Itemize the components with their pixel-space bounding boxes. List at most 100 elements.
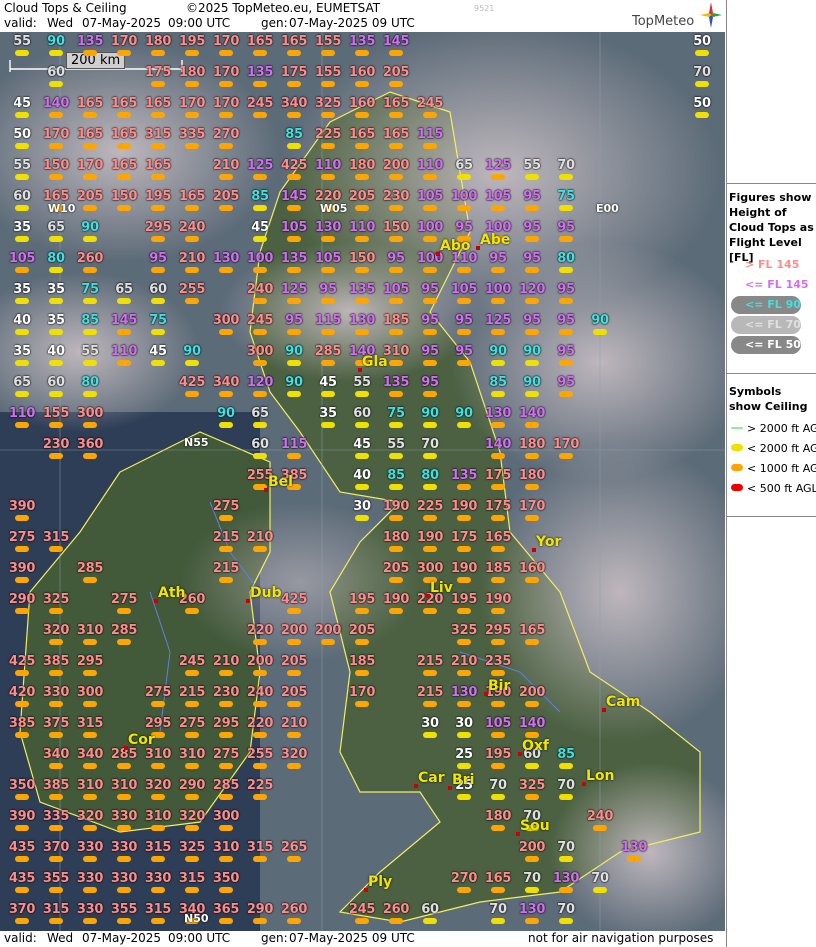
valid-day: Wed	[47, 16, 74, 30]
ceiling-symbol	[49, 763, 63, 769]
ceiling-symbol	[355, 701, 369, 707]
cloud-top-value: 210	[280, 716, 308, 731]
ceiling-symbol	[559, 918, 573, 924]
cloud-top-value: 135	[450, 468, 478, 483]
valid-time: 09:00 UTC	[168, 16, 231, 30]
ceiling-symbol	[253, 453, 267, 459]
cloud-top-value: 140	[42, 96, 70, 111]
cloud-top-value: 170	[212, 34, 240, 49]
ceiling-symbol	[287, 81, 301, 87]
cloud-top-value: 185	[348, 654, 376, 669]
cloud-top-value: 260	[382, 902, 410, 917]
cloud-top-value: 165	[280, 34, 308, 49]
city-label: Lon	[586, 768, 615, 784]
cloud-top-value: 205	[382, 65, 410, 80]
valid-date: 07-May-2025	[82, 16, 162, 30]
ceiling-symbol	[491, 794, 505, 800]
ceiling-symbol	[253, 639, 267, 645]
ceiling-symbol	[117, 918, 131, 924]
cloud-top-value: 135	[382, 375, 410, 390]
header: Cloud Tops & Ceiling ©2025 TopMeteo.eu, …	[0, 0, 726, 32]
cloud-top-value: 95	[523, 251, 541, 266]
cloud-top-value: 95	[421, 282, 439, 297]
ceiling-symbol	[185, 298, 199, 304]
cloud-top-value: 90	[183, 344, 201, 359]
satellite-map: 200 km 55 90 135 170 180 195 170 165 165 155 135 14…	[0, 32, 725, 931]
ceiling-symbol	[559, 856, 573, 862]
ceiling-symbol	[457, 887, 471, 893]
cloud-top-value: 315	[144, 840, 172, 855]
ceiling-symbol	[593, 887, 607, 893]
ceiling-symbol	[253, 794, 267, 800]
cloud-top-value: 190	[450, 499, 478, 514]
ceiling-symbol	[423, 484, 437, 490]
footer-gen-value: 07-May-2025 09 UTC	[289, 931, 415, 945]
ceiling-symbol	[491, 422, 505, 428]
ceiling-symbol	[117, 112, 131, 118]
cloud-top-value: 375	[42, 716, 70, 731]
cloud-top-value: 130	[518, 902, 546, 917]
cloud-top-value: 235	[484, 654, 512, 669]
cloud-top-value: 300	[212, 809, 240, 824]
ceiling-symbol	[151, 763, 165, 769]
cloud-top-value: 210	[212, 158, 240, 173]
ceiling-symbol	[253, 701, 267, 707]
ceiling-symbol	[321, 391, 335, 397]
ceiling-symbol	[117, 360, 131, 366]
grid-coordinate-label: E00	[596, 202, 619, 215]
cloud-top-value: 295	[144, 716, 172, 731]
cloud-top-value: 230	[42, 437, 70, 452]
ceiling-symbol	[491, 887, 505, 893]
ceiling-symbol	[355, 174, 369, 180]
cloud-top-value: 340	[212, 375, 240, 390]
cloud-top-value: 65	[13, 375, 31, 390]
cloud-top-value: 40	[13, 313, 31, 328]
ceiling-symbol	[185, 763, 199, 769]
cloud-top-value: 70	[489, 778, 507, 793]
ceiling-symbol	[117, 205, 131, 211]
ceiling-symbol	[253, 174, 267, 180]
ceiling-symbol	[151, 205, 165, 211]
ceiling-symbol	[219, 329, 233, 335]
ceiling-symbol	[83, 670, 97, 676]
ceiling-symbol	[491, 763, 505, 769]
cloud-top-value: 140	[518, 406, 546, 421]
ceiling-symbol	[287, 143, 301, 149]
ceiling-symbol	[15, 732, 29, 738]
cloud-top-value: 240	[178, 220, 206, 235]
ceiling-symbol	[491, 329, 505, 335]
cloud-top-value: 80	[557, 251, 575, 266]
cloud-top-value: 205	[212, 189, 240, 204]
cloud-top-value: 315	[144, 127, 172, 142]
cloud-top-value: 130	[552, 871, 580, 886]
ceiling-symbol	[355, 205, 369, 211]
ceiling-symbol	[389, 298, 403, 304]
cloud-top-value: 155	[42, 406, 70, 421]
ceiling-symbol	[491, 515, 505, 521]
ceiling-symbol	[525, 701, 539, 707]
cloud-top-value: 180	[382, 530, 410, 545]
legend-fl-item: > FL 145	[745, 258, 800, 271]
ceiling-symbol	[15, 236, 29, 242]
cloud-top-value: 180	[348, 158, 376, 173]
footer: valid: Wed 07-May-2025 09:00 UTC gen: 07…	[0, 931, 726, 947]
cloud-top-value: 85	[387, 468, 405, 483]
cloud-top-value: 270	[212, 127, 240, 142]
cloud-top-value: 335	[178, 127, 206, 142]
cloud-top-value: 95	[149, 251, 167, 266]
ceiling-symbol	[389, 918, 403, 924]
cloud-top-value: 215	[416, 654, 444, 669]
cloud-top-value: 110	[110, 344, 138, 359]
cloud-top-value: 255	[178, 282, 206, 297]
ceiling-symbol	[185, 50, 199, 56]
ceiling-symbol	[287, 298, 301, 304]
ceiling-symbol	[83, 360, 97, 366]
cloud-top-value: 130	[314, 220, 342, 235]
ceiling-symbol	[559, 236, 573, 242]
ceiling-symbol	[423, 453, 437, 459]
cloud-top-value: 205	[280, 654, 308, 669]
cloud-top-value: 100	[484, 282, 512, 297]
cloud-top-value: 420	[8, 685, 36, 700]
ceiling-symbol	[15, 360, 29, 366]
ceiling-symbol	[321, 329, 335, 335]
